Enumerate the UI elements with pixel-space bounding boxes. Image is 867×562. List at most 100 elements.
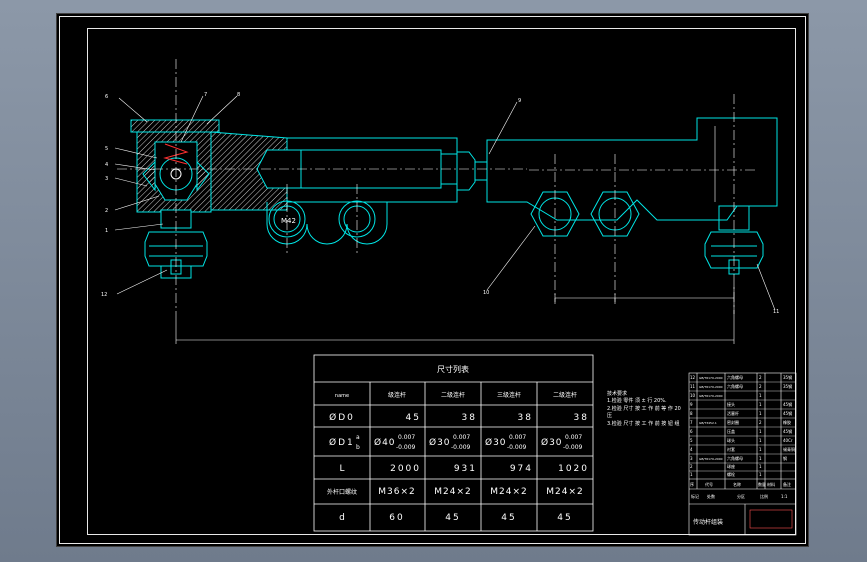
tb-r6-no: 6 <box>690 429 693 434</box>
tb-r8-no: 4 <box>690 447 693 452</box>
row-d-v2: 45 <box>445 513 460 523</box>
row-thread-v1: M36×2 <box>378 487 415 497</box>
tb-r3-name: 接头 <box>727 401 735 407</box>
tb-r9-qty: 1 <box>759 456 762 461</box>
ball-joint-section <box>130 119 220 279</box>
tb-r5-qty: 2 <box>759 420 762 425</box>
tb-r0-name: 六角螺母 <box>727 374 743 380</box>
tb-r1-no: 11 <box>690 384 696 389</box>
tb-r1-mat: 35钢 <box>783 383 792 389</box>
tb-head-note: 备注 <box>783 481 791 487</box>
note-line-3: 压 <box>607 413 612 419</box>
notes-title: 技术要求 <box>607 390 627 397</box>
row-d0-v4: 38 <box>574 413 589 423</box>
tb-foot-3: 分区 <box>737 493 745 499</box>
tb-r9-mat: 钢 <box>783 455 787 461</box>
dimension-table-text: 尺寸列表 name 级连杆 二级连杆 三级连杆 二级连杆 ØD0 45 38 3… <box>327 364 589 523</box>
tb-foot-5: 1:1 <box>781 494 788 499</box>
row-d1-v3-up: 0.007 <box>509 434 526 441</box>
note-line-4: 3.检验 尺寸 按 工 作 前 按 钮 组 <box>607 420 680 427</box>
row-d1-sup: a <box>356 434 360 441</box>
row-thread-v4: M24×2 <box>546 487 583 497</box>
row-d1-v2: Ø30 <box>429 437 451 448</box>
row-d1-v1-up: 0.007 <box>398 434 415 441</box>
row-d1-v3: Ø30 <box>485 437 507 448</box>
callout-8: 8 <box>237 92 240 98</box>
table-title: 尺寸列表 <box>437 364 469 374</box>
callout-10: 10 <box>483 290 489 296</box>
tb-r10-no: 2 <box>690 464 693 469</box>
drawing-sheet: M42 6 7 8 5 4 3 2 1 12 9 10 11 尺寸列表 name… <box>56 13 809 547</box>
tb-r4-qty: 1 <box>759 411 762 416</box>
row-l-label: L <box>339 464 344 474</box>
tb-r5-mat: 橡胶 <box>783 419 791 425</box>
callout-4: 4 <box>105 162 108 168</box>
row-l-v3: 974 <box>510 464 533 474</box>
tb-r2-no: 10 <box>690 393 696 398</box>
tb-r9-name: 六角螺母 <box>727 455 743 461</box>
tb-r7-mat: 40Cr <box>783 438 793 443</box>
tb-r4-mat: 45钢 <box>783 410 792 416</box>
tb-foot-4: 比例 <box>760 493 768 499</box>
tb-foot-1: 标记 <box>691 493 699 499</box>
row-d0-v2: 38 <box>462 413 477 423</box>
tb-r3-mat: 45钢 <box>783 401 792 407</box>
tb-r10-name: 球座 <box>727 463 735 469</box>
rod-tube <box>286 137 458 203</box>
tb-r3-qty: 1 <box>759 402 762 407</box>
tb-head-no: 序 <box>690 481 694 487</box>
row-thread-label: 外杆口螺纹 <box>327 488 357 496</box>
callout-1: 1 <box>105 228 108 234</box>
note-line-1: 1.检验 零件 须 ± 行 20%. <box>607 397 667 404</box>
tb-r0-code: GB/T6170-2000 <box>699 376 723 380</box>
row-thread-v2: M24×2 <box>434 487 471 497</box>
tb-r10-qty: 1 <box>759 464 762 469</box>
thread-label: M42 <box>281 217 296 225</box>
tb-r0-no: 12 <box>690 375 696 380</box>
row-d0-v3: 38 <box>518 413 533 423</box>
tb-head-qty: 数量 <box>758 481 766 487</box>
row-d1-v4: Ø30 <box>541 437 563 448</box>
tb-head-code: 代号 <box>705 481 713 487</box>
tb-r2-code: GB/T6170-2000 <box>699 394 723 398</box>
header-4: 二级连杆 <box>553 391 577 399</box>
tb-head-mat: 材料 <box>767 481 775 487</box>
tb-r0-qty: 2 <box>759 375 762 380</box>
row-d1-v1-lo: -0.009 <box>396 444 416 451</box>
callout-12: 12 <box>101 292 107 298</box>
row-l-v2: 931 <box>454 464 477 474</box>
tb-r6-name: 压盖 <box>727 428 735 434</box>
header-first: name <box>335 393 349 399</box>
technical-notes: 技术要求 1.检验 零件 须 ± 行 20%. 2.检验 尺寸 按 工 作 前 … <box>607 390 681 427</box>
tb-head-name: 名称 <box>733 481 741 487</box>
callout-5: 5 <box>105 146 108 152</box>
header-1: 级连杆 <box>388 391 406 399</box>
row-d0-label: ØD0 <box>329 412 355 423</box>
callout-7: 7 <box>204 92 207 98</box>
tb-r4-no: 8 <box>690 411 693 416</box>
row-d1-v3-lo: -0.009 <box>507 444 527 451</box>
callout-11: 11 <box>773 309 779 315</box>
tb-r5-no: 7 <box>690 420 693 425</box>
callout-6: 6 <box>105 94 108 100</box>
tb-r6-qty: 1 <box>759 429 762 434</box>
tb-r4-name: 活塞杆 <box>727 410 739 416</box>
row-d-v4: 45 <box>557 513 572 523</box>
row-d1-v4-up: 0.007 <box>565 434 582 441</box>
row-d0-v1: 45 <box>406 413 421 423</box>
tb-r6-mat: 45钢 <box>783 428 792 434</box>
tb-r3-no: 9 <box>690 402 693 407</box>
row-l-v1: 2000 <box>390 464 421 474</box>
title-block-rows: 12 GB/T6170-2000 六角螺母 2 35钢 11 GB/T6170-… <box>689 374 796 526</box>
tb-r8-name: 衬套 <box>727 446 735 452</box>
callout-9: 9 <box>518 98 521 104</box>
cap-plate <box>130 119 220 133</box>
joint-body <box>486 117 778 221</box>
row-d1-v2-lo: -0.009 <box>451 444 471 451</box>
tb-r11-name: 螺栓 <box>727 471 735 477</box>
row-thread-v3: M24×2 <box>490 487 527 497</box>
header-3: 三级连杆 <box>497 391 521 399</box>
row-d-label: d <box>339 513 345 523</box>
tb-r7-no: 5 <box>690 438 693 443</box>
row-d1-label: ØD1 <box>329 437 355 448</box>
